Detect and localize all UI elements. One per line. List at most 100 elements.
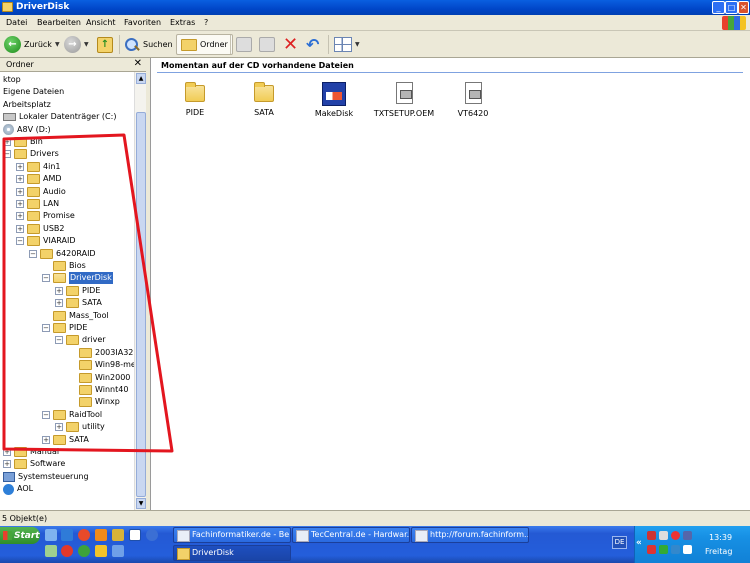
tree-item[interactable]: + Bin bbox=[3, 136, 43, 148]
tree-item[interactable]: A8V (D:) bbox=[3, 124, 51, 136]
tree-item[interactable]: AOL bbox=[3, 483, 33, 495]
language-indicator[interactable]: DE bbox=[612, 536, 627, 549]
show-hidden-icons-chevron-icon[interactable]: « bbox=[636, 538, 642, 548]
menu-bearbeiten[interactable]: Bearbeiten bbox=[37, 18, 81, 27]
scroll-thumb[interactable] bbox=[136, 112, 146, 497]
tree-item[interactable]: + Audio bbox=[16, 186, 66, 198]
tree-item[interactable]: + utility bbox=[55, 421, 105, 433]
task-button-forum[interactable]: http://forum.fachinform... bbox=[411, 527, 529, 543]
app-icon[interactable] bbox=[45, 545, 57, 557]
tree-item[interactable]: + Software bbox=[3, 458, 65, 470]
tree-item[interactable]: Bios bbox=[42, 260, 86, 272]
menu-datei[interactable]: Datei bbox=[6, 18, 27, 27]
delete-button[interactable]: ✕ bbox=[283, 34, 298, 55]
expand-plus-icon[interactable]: + bbox=[16, 162, 24, 171]
expand-plus-icon[interactable]: + bbox=[16, 224, 24, 233]
app-icon[interactable] bbox=[61, 545, 73, 557]
views-button[interactable]: ▼ bbox=[334, 34, 360, 55]
tree-item[interactable]: Win2000 bbox=[68, 372, 130, 384]
expand-plus-icon[interactable]: + bbox=[55, 286, 63, 295]
search-button[interactable]: Suchen bbox=[124, 34, 173, 55]
tree-item[interactable]: − 6420RAID bbox=[29, 248, 96, 260]
folder-tree[interactable]: ktop Eigene Dateien Arbeitsplatz Lokaler Da… bbox=[0, 72, 134, 510]
tree-item[interactable]: + PIDE bbox=[55, 285, 100, 297]
tree-item[interactable]: − VIARAID bbox=[16, 235, 76, 247]
tree-item[interactable]: Systemsteuerung bbox=[3, 471, 89, 483]
clock[interactable]: 13:39 bbox=[709, 533, 732, 542]
scroll-down-arrow-icon[interactable]: ▼ bbox=[136, 498, 146, 509]
move-to-button[interactable] bbox=[236, 34, 252, 55]
collapse-minus-icon[interactable]: − bbox=[3, 150, 11, 159]
tree-item[interactable]: + Manual bbox=[3, 446, 59, 458]
tree-item[interactable]: Lokaler Datenträger (C:) bbox=[3, 111, 116, 123]
chevron-down-icon[interactable]: ▼ bbox=[55, 41, 60, 48]
tray-icon[interactable] bbox=[671, 531, 680, 540]
expand-plus-icon[interactable]: + bbox=[3, 138, 11, 146]
copy-to-button[interactable] bbox=[259, 34, 275, 55]
undo-button[interactable]: ↶ bbox=[306, 34, 319, 55]
expand-plus-icon[interactable]: + bbox=[55, 423, 63, 432]
scroll-up-arrow-icon[interactable]: ▲ bbox=[136, 73, 146, 84]
app-icon[interactable] bbox=[112, 529, 124, 541]
minimize-button[interactable]: _ bbox=[712, 1, 725, 14]
expand-plus-icon[interactable]: + bbox=[16, 212, 24, 221]
app-icon[interactable] bbox=[78, 545, 90, 557]
collapse-minus-icon[interactable]: − bbox=[42, 274, 50, 283]
task-button-fachinformatiker[interactable]: Fachinformatiker.de - Bei... bbox=[173, 527, 291, 543]
maximize-button[interactable]: □ bbox=[725, 1, 738, 14]
menu-ansicht[interactable]: Ansicht bbox=[86, 18, 116, 27]
tree-item[interactable]: + AMD bbox=[16, 173, 62, 185]
app-icon[interactable] bbox=[146, 529, 158, 541]
file-item-pide[interactable]: PIDE bbox=[160, 82, 230, 117]
task-button-teccentral[interactable]: TecCentral.de - Hardwar... bbox=[292, 527, 410, 543]
menu-extras[interactable]: Extras bbox=[170, 18, 195, 27]
tray-icon[interactable] bbox=[647, 545, 656, 554]
tree-item[interactable]: + SATA bbox=[42, 434, 89, 446]
task-button-driverdisk[interactable]: DriverDisk bbox=[173, 545, 291, 561]
collapse-minus-icon[interactable]: − bbox=[29, 249, 37, 258]
internet-explorer-icon[interactable] bbox=[61, 529, 73, 541]
tree-item[interactable]: 2003IA32 bbox=[68, 347, 133, 359]
tree-item[interactable]: Arbeitsplatz bbox=[3, 99, 51, 111]
file-item-vt6420[interactable]: VT6420 bbox=[438, 82, 508, 118]
chevron-down-icon[interactable]: ▼ bbox=[355, 41, 360, 48]
tree-item[interactable]: + LAN bbox=[16, 198, 59, 210]
file-item-sata[interactable]: SATA bbox=[229, 82, 299, 117]
file-item-txtsetup[interactable]: TXTSETUP.OEM bbox=[369, 82, 439, 118]
tray-icon[interactable] bbox=[659, 545, 668, 554]
tree-item[interactable]: + SATA bbox=[55, 297, 102, 309]
tree-item[interactable]: Winxp bbox=[68, 396, 120, 408]
tree-item[interactable]: ktop bbox=[3, 74, 21, 86]
tray-icon[interactable] bbox=[659, 531, 668, 540]
tray-icon[interactable] bbox=[683, 531, 692, 540]
tree-item[interactable]: Win98-me bbox=[68, 359, 134, 371]
collapse-minus-icon[interactable]: − bbox=[42, 410, 50, 419]
tray-icon[interactable] bbox=[671, 545, 680, 554]
forward-button[interactable]: → ▼ bbox=[64, 34, 89, 55]
tree-item[interactable]: − driver bbox=[55, 334, 106, 346]
menu-favoriten[interactable]: Favoriten bbox=[124, 18, 161, 27]
speaker-icon[interactable] bbox=[683, 545, 692, 554]
show-desktop-icon[interactable] bbox=[45, 529, 57, 541]
back-button[interactable]: ← Zurück ▼ bbox=[4, 34, 60, 55]
folders-button[interactable]: Ordner bbox=[176, 34, 233, 55]
collapse-minus-icon[interactable]: − bbox=[42, 324, 50, 332]
collapse-minus-icon[interactable]: − bbox=[55, 336, 63, 345]
tree-item[interactable]: +4in1 bbox=[16, 161, 60, 173]
app-icon[interactable] bbox=[112, 545, 124, 557]
collapse-minus-icon[interactable]: − bbox=[16, 237, 24, 246]
tray-icon[interactable] bbox=[647, 531, 656, 540]
start-button[interactable]: Start bbox=[0, 527, 40, 544]
tree-item[interactable]: + USB2 bbox=[16, 223, 65, 235]
up-button[interactable]: ↑ bbox=[97, 34, 113, 55]
tree-item[interactable]: − DriverDisk bbox=[42, 272, 113, 285]
close-button[interactable]: ✕ bbox=[738, 1, 749, 14]
expand-plus-icon[interactable]: + bbox=[55, 299, 63, 308]
firefox-icon[interactable] bbox=[95, 529, 107, 541]
expand-plus-icon[interactable]: + bbox=[16, 175, 24, 184]
expand-plus-icon[interactable]: + bbox=[42, 435, 50, 444]
tree-scrollbar[interactable]: ▲ ▼ bbox=[134, 72, 146, 510]
chevron-down-icon[interactable]: ▼ bbox=[84, 41, 89, 48]
tree-item[interactable]: Eigene Dateien bbox=[3, 86, 64, 98]
menu-help[interactable]: ? bbox=[204, 18, 208, 27]
